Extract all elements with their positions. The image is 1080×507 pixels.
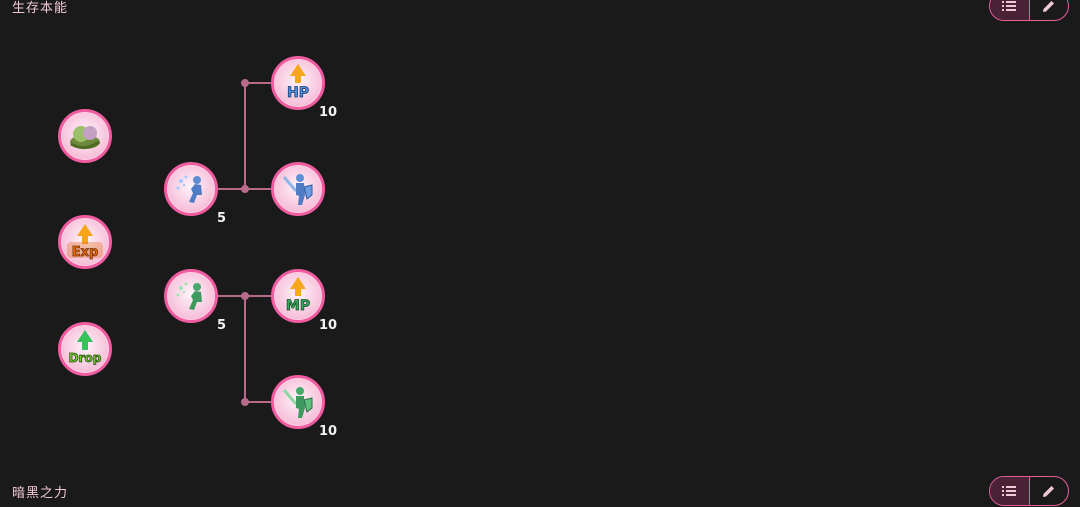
skill-blue-rest-level: 5 — [217, 211, 227, 226]
green-guard-icon — [282, 387, 313, 418]
list-view-button[interactable] — [990, 477, 1029, 505]
skill-green-rest[interactable] — [164, 269, 218, 323]
svg-text:HP: HP — [287, 85, 309, 101]
skill-exp-up[interactable]: Exp — [58, 215, 112, 269]
skill-mp-up-level: 10 — [319, 318, 338, 333]
skill-green-guard[interactable] — [271, 375, 325, 429]
blue-guard-icon — [282, 174, 313, 205]
section-toolbar-bottom — [989, 476, 1069, 506]
hp-up-icon: HP — [287, 64, 309, 101]
exp-up-icon: Exp — [67, 224, 103, 260]
edit-button[interactable] — [1028, 477, 1069, 505]
list-icon — [1002, 486, 1017, 496]
skill-hp-up-level: 10 — [319, 105, 338, 120]
skill-mp-up[interactable]: MP — [271, 269, 325, 323]
pencil-icon — [1042, 486, 1054, 497]
mp-up-icon: MP — [285, 277, 311, 314]
skill-hp-up[interactable]: HP — [271, 56, 325, 110]
svg-text:MP: MP — [286, 298, 310, 314]
skill-clover[interactable] — [58, 109, 112, 163]
section-title-dark-power: 暗黑之力 — [12, 486, 69, 501]
skill-blue-rest[interactable] — [164, 162, 218, 216]
svg-text:Drop: Drop — [69, 351, 102, 365]
blue-rest-icon — [176, 175, 202, 203]
skill-tree-connectors — [218, 79, 272, 406]
drop-up-icon: Drop — [68, 330, 102, 365]
skill-drop-up[interactable]: Drop — [58, 322, 112, 376]
svg-text:Exp: Exp — [72, 245, 99, 260]
green-rest-icon — [176, 282, 202, 310]
clover-icon — [70, 126, 100, 149]
skill-blue-guard[interactable] — [271, 162, 325, 216]
skill-green-rest-level: 5 — [217, 318, 227, 333]
skill-green-guard-level: 10 — [319, 424, 338, 439]
